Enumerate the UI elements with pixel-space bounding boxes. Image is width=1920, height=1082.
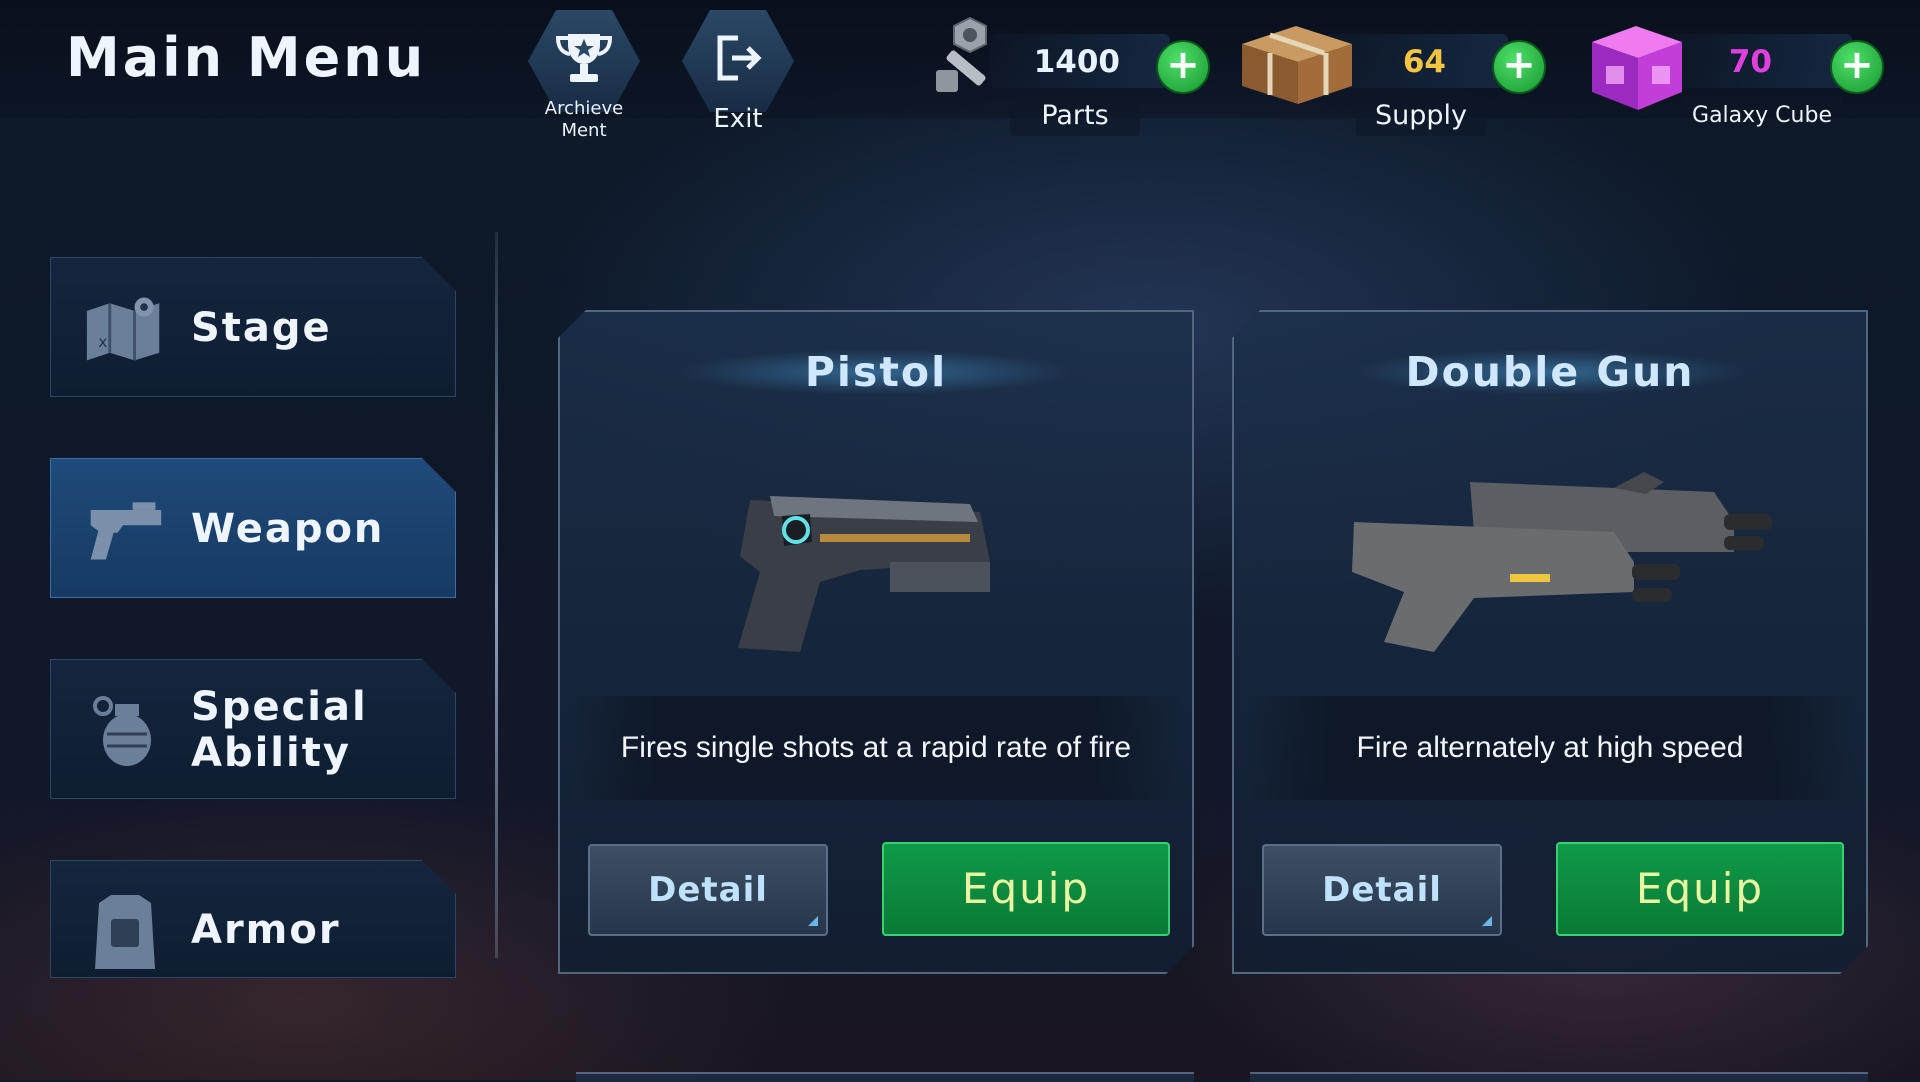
exit-label: Exit: [713, 104, 763, 134]
vest-icon: [85, 891, 165, 971]
achievement-button[interactable]: Archieve Ment: [528, 10, 640, 141]
trophy-icon: [528, 18, 640, 98]
detail-label: Detail: [648, 870, 768, 910]
sidebar-item-special-ability[interactable]: Special Ability: [50, 659, 456, 799]
supply-label: Supply: [1356, 96, 1486, 136]
resource-galaxy-cube: 70 + Galaxy Cube: [1582, 26, 1902, 136]
corner-mark: [808, 916, 818, 926]
svg-text:x: x: [98, 333, 107, 351]
weapon-card-next: [1250, 1072, 1868, 1082]
add-galaxy-cube-button[interactable]: +: [1830, 40, 1884, 94]
grenade-icon: [85, 690, 165, 770]
bolt-nut-icon: [930, 10, 1010, 114]
parts-value: 1400: [1033, 44, 1120, 80]
detail-button[interactable]: Detail: [588, 844, 828, 936]
equip-button[interactable]: Equip: [882, 842, 1170, 936]
sidebar-item-label: Special Ability: [191, 684, 368, 776]
exit-button[interactable]: Exit: [682, 10, 794, 140]
parts-label: Parts: [1010, 96, 1140, 136]
weapon-description: Fire alternately at high speed: [1244, 696, 1856, 800]
map-icon: x: [85, 288, 165, 368]
sidebar-divider: [495, 232, 498, 958]
weapon-card-pistol: Pistol Fires single shots at a rapid rat…: [558, 310, 1194, 974]
achievement-label: Archieve Ment: [544, 98, 624, 141]
weapon-name: Double Gun: [1234, 342, 1866, 402]
add-parts-button[interactable]: +: [1156, 40, 1210, 94]
detail-label: Detail: [1322, 870, 1442, 910]
galaxy-cube-icon: [1582, 20, 1692, 120]
pistol-icon: [85, 489, 165, 569]
sidebar-item-label: Weapon: [191, 506, 385, 552]
resource-parts: 1400 + Parts: [930, 16, 1220, 136]
add-supply-button[interactable]: +: [1492, 40, 1546, 94]
equip-button[interactable]: Equip: [1556, 842, 1844, 936]
weapon-card-double-gun: Double Gun Fire alternately at high spee…: [1232, 310, 1868, 974]
sidebar-item-weapon[interactable]: Weapon: [50, 458, 456, 598]
supply-value: 64: [1402, 44, 1446, 80]
supply-crate-icon: [1232, 18, 1362, 112]
sidebar-item-armor[interactable]: Armor: [50, 860, 456, 978]
sidebar-item-stage[interactable]: x Stage: [50, 257, 456, 397]
sidebar-item-label: Stage: [191, 305, 332, 351]
page-title: Main Menu: [66, 26, 427, 89]
weapon-description: Fires single shots at a rapid rate of fi…: [570, 696, 1182, 800]
pistol-image: [560, 452, 1192, 672]
exit-icon: [682, 18, 794, 98]
corner-mark: [1482, 916, 1492, 926]
resource-supply: 64 + Supply: [1228, 26, 1558, 136]
galaxy-cube-label: Galaxy Cube: [1682, 96, 1842, 136]
sidebar-item-label: Armor: [191, 907, 341, 953]
double-gun-image: [1234, 452, 1866, 672]
galaxy-cube-value: 70: [1728, 44, 1772, 80]
weapon-name: Pistol: [560, 342, 1192, 402]
detail-button[interactable]: Detail: [1262, 844, 1502, 936]
weapon-card-next: [576, 1072, 1194, 1082]
